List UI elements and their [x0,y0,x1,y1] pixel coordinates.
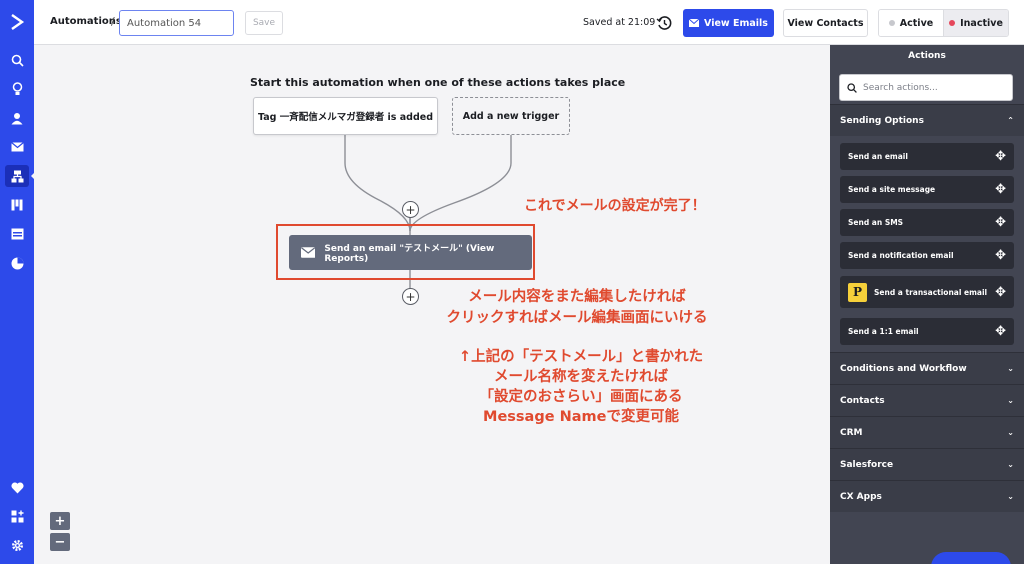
automation-icon[interactable] [5,165,29,187]
action-label: Send an SMS [848,218,904,227]
action-send-transactional-email[interactable]: P Send a transactional email ✥ [840,276,1014,308]
chevron-down-icon: ⌄ [1007,492,1014,501]
reports-icon[interactable] [5,252,29,274]
drag-move-icon[interactable]: ✥ [995,249,1006,262]
section-label: Salesforce [840,459,894,470]
chevron-down-icon: ⌄ [1007,460,1014,469]
annotation-rename-line: メール名称を変えたければ [494,369,668,385]
action-label-group: P Send a transactional email [848,282,988,302]
section-label: CRM [840,427,863,438]
action-send-email[interactable]: Send an email ✥ [840,143,1014,170]
status-active-option[interactable]: Active [879,10,943,36]
section-label: Conditions and Workflow [840,363,967,374]
status-active-label: Active [899,17,934,29]
mail-icon [689,19,700,27]
contact-icon[interactable] [5,107,29,129]
search-icon [847,82,857,93]
action-send-site-message[interactable]: Send a site message ✥ [840,176,1014,203]
pipeline-icon[interactable] [5,194,29,216]
zoom-in-button[interactable]: + [50,512,70,530]
drag-move-icon[interactable]: ✥ [995,183,1006,196]
annotation-rename: ↑上記の「テストメール」と書かれた メール名称を変えたければ 「設定のおさらい」… [420,347,742,427]
drag-move-icon[interactable]: ✥ [995,150,1006,163]
action-send-1to1-email[interactable]: Send a 1:1 email ✥ [840,318,1014,345]
section-salesforce[interactable]: Salesforce ⌄ [830,448,1024,480]
start-trigger-heading: Start this automation when one of these … [250,76,626,89]
annotation-edit-line: クリックすればメール編集画面にいける [446,310,708,326]
save-button[interactable]: Save [245,11,283,35]
view-emails-button[interactable]: View Emails [683,9,774,37]
chevron-down-icon: ⌄ [1007,428,1014,437]
section-label: Sending Options [840,115,924,126]
saved-status: Saved at 21:09 [583,17,656,28]
action-label: Send a notification email [848,251,954,260]
chevron-down-icon: ⌄ [1007,396,1014,405]
annotation-edit-line: メール内容をまた編集したければ [468,289,686,305]
mail-icon [301,247,316,258]
drag-move-icon[interactable]: ✥ [995,286,1006,299]
section-cx-apps[interactable]: CX Apps ⌄ [830,480,1024,512]
chevron-up-icon: ⌃ [1007,116,1014,125]
breadcrumb-separator: / [111,15,115,28]
annotation-rename-line: Message Nameで変更可能 [483,409,679,425]
drag-move-icon[interactable]: ✥ [995,325,1006,338]
section-conditions-workflow[interactable]: Conditions and Workflow ⌄ [830,352,1024,384]
search-icon[interactable] [5,49,29,71]
section-crm[interactable]: CRM ⌄ [830,416,1024,448]
postmark-logo-icon: P [848,282,867,302]
apps-icon[interactable] [5,505,29,527]
add-step-plus-icon[interactable]: + [402,201,419,218]
site-icon[interactable] [5,223,29,245]
send-email-step[interactable]: Send an email "テストメール" (View Reports) [289,235,532,270]
status-inactive-option[interactable]: Inactive [943,10,1008,36]
action-label: Send an email [848,152,908,161]
annotation-edit: メール内容をまた編集したければ クリックすればメール編集画面にいける [422,287,732,329]
send-email-step-label: Send an email "テストメール" (View Reports) [324,244,495,264]
action-label: Send a transactional email [874,287,988,297]
automation-canvas[interactable]: Start this automation when one of these … [34,45,830,564]
trigger-tag-added[interactable]: Tag 一斉配信メルマガ登録者 is added [253,97,438,135]
top-header: Automations / Save Saved at 21:09 View E… [34,0,1024,45]
drag-move-icon[interactable]: ✥ [995,216,1006,229]
add-step-plus-icon[interactable]: + [402,288,419,305]
section-contacts[interactable]: Contacts ⌄ [830,384,1024,416]
mail-icon[interactable] [5,136,29,158]
active-dot-icon [888,20,895,26]
logo-chevron-icon[interactable] [5,8,29,36]
annotation-rename-line: ↑上記の「テストメール」と書かれた [458,349,704,365]
section-label: Contacts [840,395,885,406]
action-label: Send a site message [848,185,936,194]
heart-icon[interactable] [5,477,29,499]
status-toggle: Active Inactive [878,9,1009,37]
search-actions-placeholder: Search actions... [863,82,938,93]
settings-icon[interactable] [5,534,29,556]
lightbulb-icon[interactable] [5,78,29,100]
inactive-dot-icon [949,20,956,26]
annotation-rename-line: 「設定のおさらい」画面にある [479,389,683,405]
history-icon[interactable] [656,15,672,31]
search-actions-input[interactable]: Search actions... [839,74,1013,101]
left-nav-rail [0,0,34,564]
chevron-down-icon: ⌄ [1007,364,1014,373]
section-label: CX Apps [840,491,882,502]
view-emails-label: View Emails [704,17,768,29]
view-contacts-button[interactable]: View Contacts [783,9,868,37]
annotation-complete: これでメールの設定が完了！ [524,198,706,214]
status-inactive-label: Inactive [960,17,1003,29]
actions-panel: Actions Search actions... Sending Option… [830,45,1024,564]
chat-help-button[interactable] [931,552,1011,564]
zoom-out-button[interactable]: − [50,533,70,551]
automation-name-input[interactable] [119,10,234,36]
section-sending-options[interactable]: Sending Options ⌃ [830,104,1024,136]
action-send-sms[interactable]: Send an SMS ✥ [840,209,1014,236]
actions-panel-title: Actions [908,51,946,61]
action-label: Send a 1:1 email [848,327,919,336]
action-send-notification-email[interactable]: Send a notification email ✥ [840,242,1014,269]
add-trigger-button[interactable]: Add a new trigger [452,97,570,135]
